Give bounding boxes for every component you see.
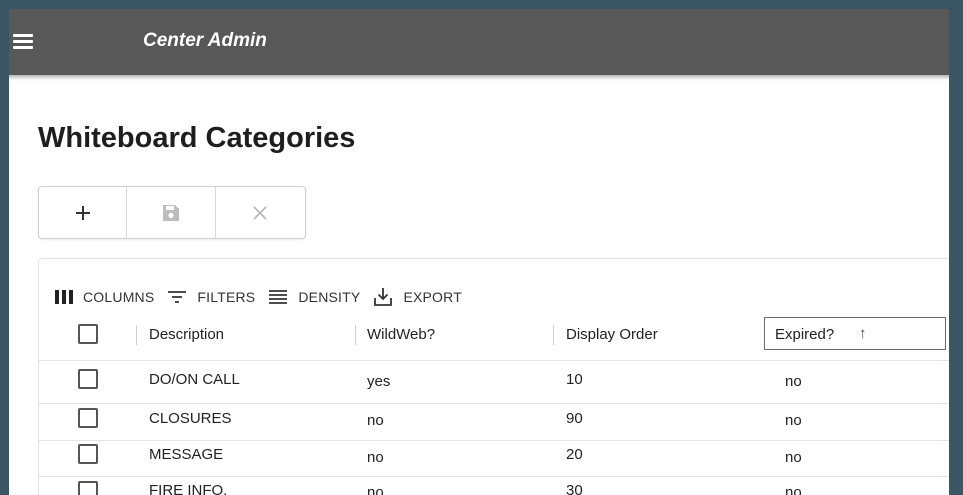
density-label: DENSITY [298,289,361,305]
row-divider [39,440,963,441]
row-checkbox[interactable] [78,369,98,389]
column-separator [553,325,554,345]
column-header-description[interactable]: Description [149,326,224,343]
cell-description: FIRE INFO. [149,482,228,495]
cell-wildweb: yes [367,373,391,390]
row-checkbox[interactable] [78,444,98,464]
column-header-expired[interactable]: Expired? ↑ [764,317,946,350]
cell-description: MESSAGE [149,446,224,463]
add-button[interactable] [39,187,128,238]
page-title: Whiteboard Categories [38,122,356,154]
save-button[interactable] [127,187,216,238]
cell-expired: no [785,373,802,390]
cell-wildweb: no [367,484,384,495]
filter-icon [168,291,187,303]
export-button[interactable]: EXPORT [373,287,462,307]
cell-description: DO/ON CALL [149,371,240,388]
filters-label: FILTERS [197,289,256,305]
column-header-display-order[interactable]: Display Order [566,326,658,343]
cell-wildweb: no [367,449,384,466]
cell-expired: no [785,484,802,495]
window-border-left [0,9,9,495]
data-grid: COLUMNS FILTERS DENSITY EXPORT Descripti… [38,258,963,495]
columns-icon [55,290,73,304]
cell-display-order: 30 [566,482,583,495]
select-all-checkbox[interactable] [78,324,98,344]
window-border-right [949,9,963,495]
row-checkbox[interactable] [78,408,98,428]
density-icon [269,290,288,304]
export-icon [374,288,393,306]
cell-display-order: 90 [566,410,583,427]
app-bar: Center Admin [0,9,963,75]
column-separator [136,325,137,345]
cell-expired: no [785,412,802,429]
export-label: EXPORT [403,289,462,305]
column-header-expired-label: Expired? [775,326,835,343]
column-header-wildweb[interactable]: WildWeb? [367,326,435,343]
cell-display-order: 10 [566,371,583,388]
sort-ascending-icon[interactable]: ↑ [859,325,867,342]
cell-wildweb: no [367,412,384,429]
row-checkbox[interactable] [78,481,98,495]
close-icon [253,205,267,220]
row-divider [39,476,963,477]
save-icon [163,204,180,221]
app-title: Center Admin [143,30,267,51]
grid-toolbar: COLUMNS FILTERS DENSITY EXPORT [55,286,475,308]
columns-button[interactable]: COLUMNS [55,289,154,305]
action-button-group [38,186,306,239]
cancel-button[interactable] [216,187,305,238]
row-divider [39,403,963,404]
app-window: Center Admin Whiteboard Categories COLUM… [0,9,963,495]
columns-label: COLUMNS [83,289,155,305]
density-button[interactable]: DENSITY [268,289,360,305]
cell-expired: no [785,449,802,466]
cell-description: CLOSURES [149,410,232,427]
plus-icon [75,205,90,220]
cell-display-order: 20 [566,446,583,463]
hamburger-menu-icon[interactable] [13,34,33,50]
filters-button[interactable]: FILTERS [167,289,255,305]
header-divider [39,360,963,361]
column-separator [355,325,356,345]
